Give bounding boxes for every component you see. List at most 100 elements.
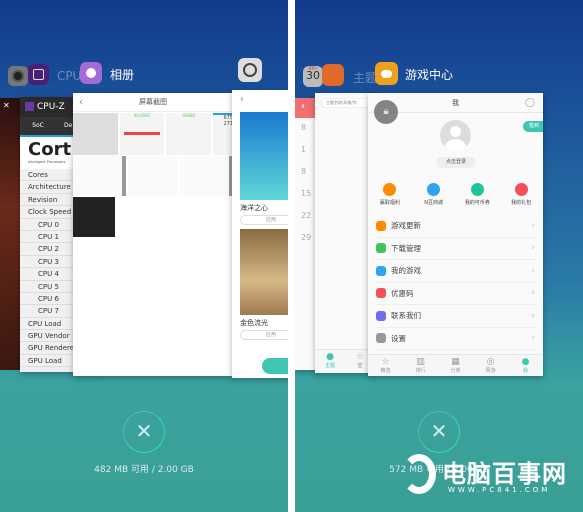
watermark-url: WWW.PC841.COM	[448, 486, 551, 494]
recents-screen-right: 星期六30 主题 游戏中心 ‹ 818152229 主题名称/风格/作 请 ●主…	[295, 0, 583, 512]
thumb-score: 271	[223, 121, 233, 127]
nav-tab-icon: ●	[521, 357, 530, 367]
nav-tab-icon: ◎	[486, 357, 495, 367]
menu-item[interactable]: 下载管理 ›	[376, 238, 535, 260]
cpuz-title: CPU-Z	[37, 102, 65, 112]
watermark-name: 电脑百事网	[442, 460, 567, 488]
menu-item-icon	[376, 243, 386, 254]
menu-item-icon	[376, 288, 386, 299]
shortcut-icon	[427, 183, 441, 196]
menu-item[interactable]: 我的游戏 ›	[376, 260, 535, 283]
camera-app-icon[interactable]	[8, 66, 28, 86]
checkin-button[interactable]: 签到	[522, 121, 543, 132]
screenshot-thumbnail[interactable]	[73, 156, 127, 196]
shortcut-icon	[470, 183, 484, 196]
theme-app-icon[interactable]	[322, 64, 344, 86]
nav-tab[interactable]: ☆ 精选	[368, 355, 403, 376]
shortcut-item[interactable]: 我的可币券	[456, 183, 500, 206]
settings-app-icon[interactable]	[238, 58, 262, 82]
gallery-title: 屏幕截图	[139, 98, 167, 106]
close-icon: ✕	[135, 419, 153, 443]
cpuz-logo-icon	[25, 102, 34, 111]
screenshot-thumbnail[interactable]	[73, 113, 118, 155]
tab-device[interactable]: De	[56, 117, 72, 135]
screenshot-thumbnail[interactable]: 675 271	[213, 113, 233, 155]
screenshot-thumbnail[interactable]: 40886	[166, 113, 212, 155]
menu-item[interactable]: 联系我们 ›	[376, 305, 535, 328]
clear-all-button[interactable]: ✕	[123, 411, 165, 453]
close-icon: ✕	[430, 419, 448, 443]
menu-item-label: 我的游戏	[391, 266, 421, 276]
theme-action-button[interactable]	[262, 358, 288, 374]
theme-card[interactable]: ‹ 海洋之心 应用 金色流光 应用	[232, 90, 288, 378]
theme-name: 海洋之心	[240, 204, 268, 212]
back-chevron-icon[interactable]: ‹	[79, 93, 83, 112]
nav-tab[interactable]: ◎ 网游	[473, 355, 508, 376]
shortcut-label: N豆商城	[424, 200, 443, 206]
calendar-day: 30	[306, 69, 320, 82]
shortcut-item[interactable]: N豆商城	[412, 183, 456, 206]
screenshot-thumbnail[interactable]	[128, 156, 178, 196]
thumb-score: 40,8585	[133, 113, 151, 118]
chevron-right-icon: ›	[531, 220, 535, 231]
apply-theme-button[interactable]: 应用	[240, 330, 288, 340]
game-center-card[interactable]: 我 ◯ 🔒︎ 签到 点击登录 赢取福利 N豆商城 我的可币券 我的礼包 游戏更新 › 下载…	[368, 93, 543, 376]
gallery-card[interactable]: ‹ 屏幕截图 40,8585 40886 675 271	[73, 93, 233, 376]
screenshot-thumbnails-row: 40,8585 40886 675 271	[73, 113, 233, 155]
calendar-app-icon[interactable]: 星期六 30	[303, 66, 323, 87]
theme-name: 金色流光	[240, 319, 268, 327]
nav-tab-label: 我	[522, 368, 528, 374]
lock-icon[interactable]: 🔒︎	[374, 100, 398, 124]
menu-item[interactable]: 优惠码 ›	[376, 283, 535, 305]
watermark-logo: 电脑百事网 WWW.PC841.COM	[400, 452, 580, 498]
chevron-right-icon: ›	[531, 310, 535, 321]
game-bottom-nav: ☆ 精选 ▥ 排行 ▦ 分类 ◎ 网游 ● 我	[368, 354, 543, 376]
theme-search-input[interactable]: 主题名称/风格/作	[321, 98, 375, 108]
memory-status: 482 MB 可用 / 2.00 GB	[94, 465, 194, 475]
game-center-app-icon[interactable]	[375, 62, 398, 85]
background-app-card[interactable]: ✕	[0, 98, 22, 370]
menu-item-label: 游戏更新	[391, 221, 421, 231]
shortcut-label: 我的礼包	[511, 200, 532, 206]
shortcut-item[interactable]: 赢取福利	[368, 183, 412, 206]
message-icon[interactable]: ◯	[525, 93, 535, 113]
nav-theme[interactable]: ● 主题	[315, 350, 345, 373]
game-menu-list: 游戏更新 › 下载管理 › 我的游戏 › 优惠码 › 联系我们 › 设置 ›	[368, 215, 543, 350]
menu-item-label: 优惠码	[391, 288, 414, 298]
nav-tab[interactable]: ▦ 分类	[438, 355, 473, 376]
cpuz-app-icon[interactable]	[28, 64, 49, 85]
gallery-app-icon[interactable]	[80, 62, 102, 84]
theme-app-label: 主题	[353, 71, 378, 85]
chevron-right-icon: ›	[531, 243, 535, 254]
game-page-title: 我	[452, 99, 459, 107]
apply-theme-button[interactable]: 应用	[240, 215, 288, 225]
nav-tab-label: 分类	[450, 368, 461, 374]
theme-preview-gold[interactable]	[240, 229, 288, 315]
shortcut-icon	[514, 183, 528, 196]
nav-tab-icon: ▦	[451, 357, 460, 367]
tab-soc[interactable]: SoC	[20, 117, 56, 135]
menu-item-label: 下载管理	[391, 243, 421, 253]
screenshot-thumbnail[interactable]: 40,8585	[119, 113, 165, 155]
clear-all-button[interactable]: ✕	[418, 411, 460, 453]
shortcut-row: 赢取福利 N豆商城 我的可币券 我的礼包	[368, 183, 543, 206]
back-chevron-icon[interactable]: ‹	[232, 90, 288, 112]
theme-store-card[interactable]: 主题名称/风格/作 请 ●主题☆壁	[315, 93, 375, 373]
chevron-right-icon: ›	[531, 265, 535, 276]
screenshot-thumbnail[interactable]	[73, 197, 115, 237]
shortcut-item[interactable]: 我的礼包	[499, 183, 543, 206]
screenshot-thumbnail[interactable]	[179, 156, 233, 196]
nav-tab-label: 排行	[415, 368, 426, 374]
shortcut-icon	[383, 183, 397, 196]
avatar[interactable]	[440, 120, 471, 151]
nav-tab-icon: ☆	[381, 357, 390, 367]
login-button[interactable]: 点击登录	[436, 157, 476, 168]
menu-item-label: 设置	[391, 333, 406, 343]
recents-screen-left: CPU 相册 ✕ CPU-Z SoC De Cort Intelligent P…	[0, 0, 288, 512]
theme-preview-ocean[interactable]	[240, 112, 288, 200]
nav-tab[interactable]: ▥ 排行	[403, 355, 438, 376]
nav-tab[interactable]: ● 我	[508, 355, 543, 376]
shortcut-label: 我的可币券	[464, 200, 490, 206]
menu-item[interactable]: 设置 ›	[376, 328, 535, 350]
menu-item[interactable]: 游戏更新 ›	[376, 215, 535, 238]
